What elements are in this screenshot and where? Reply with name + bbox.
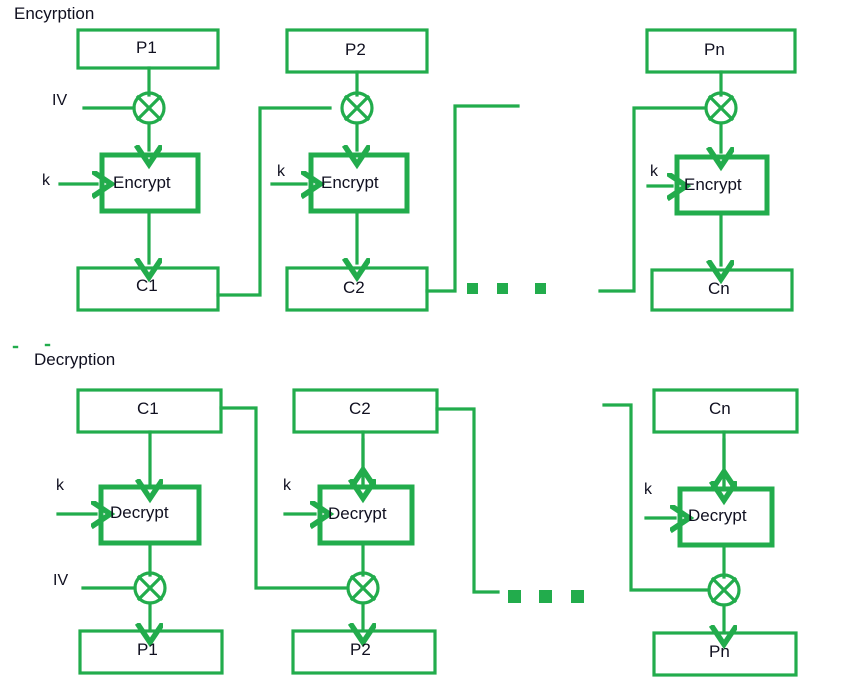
block-label-cn: Cn	[708, 279, 730, 298]
op-label-decrypt-2: Decrypt	[328, 504, 387, 523]
iv-label-enc-1: IV	[52, 92, 68, 109]
block-label-p2: P2	[345, 40, 366, 59]
ellipsis-dot-dec-2	[539, 590, 552, 603]
op-label-decrypt-n: Decrypt	[688, 506, 747, 525]
op-label-encrypt-n: Encrypt	[684, 175, 742, 194]
key-label-dec-2: k	[283, 477, 291, 494]
block-label-dec-pn: Pn	[709, 642, 730, 661]
key-label-enc-1: k	[42, 172, 50, 189]
section-title-encryption: Encyrption	[14, 4, 95, 23]
block-label-p1: P1	[136, 38, 157, 57]
op-label-encrypt-2: Encrypt	[321, 173, 379, 192]
key-label-enc-n: k	[650, 163, 658, 180]
cbc-mode-diagram: Encyrption Decryption P1 IV k Encrypt C1…	[0, 0, 842, 686]
block-label-pn: Pn	[704, 40, 725, 59]
block-label-c2: C2	[343, 278, 365, 297]
block-label-c1: C1	[136, 276, 158, 295]
ellipsis-dot-dec-1	[508, 590, 521, 603]
section-title-decryption: Decryption	[34, 350, 116, 369]
key-label-dec-n: k	[644, 481, 652, 498]
ellipsis-dot-enc-2	[497, 283, 508, 294]
key-label-dec-1: k	[56, 477, 64, 494]
block-label-dec-p2: P2	[350, 640, 371, 659]
op-label-encrypt-1: Encrypt	[113, 173, 171, 192]
op-label-decrypt-1: Decrypt	[110, 503, 169, 522]
block-label-dec-c1: C1	[137, 399, 159, 418]
key-label-enc-2: k	[277, 163, 285, 180]
diagram-canvas	[12, 28, 799, 677]
block-label-dec-c2: C2	[349, 399, 371, 418]
ellipsis-dot-enc-1	[467, 283, 478, 294]
ellipsis-dot-dec-3	[571, 590, 584, 603]
block-label-dec-cn: Cn	[709, 399, 731, 418]
ellipsis-dot-enc-3	[535, 283, 546, 294]
iv-label-dec-1: IV	[53, 572, 69, 589]
block-label-dec-p1: P1	[137, 640, 158, 659]
